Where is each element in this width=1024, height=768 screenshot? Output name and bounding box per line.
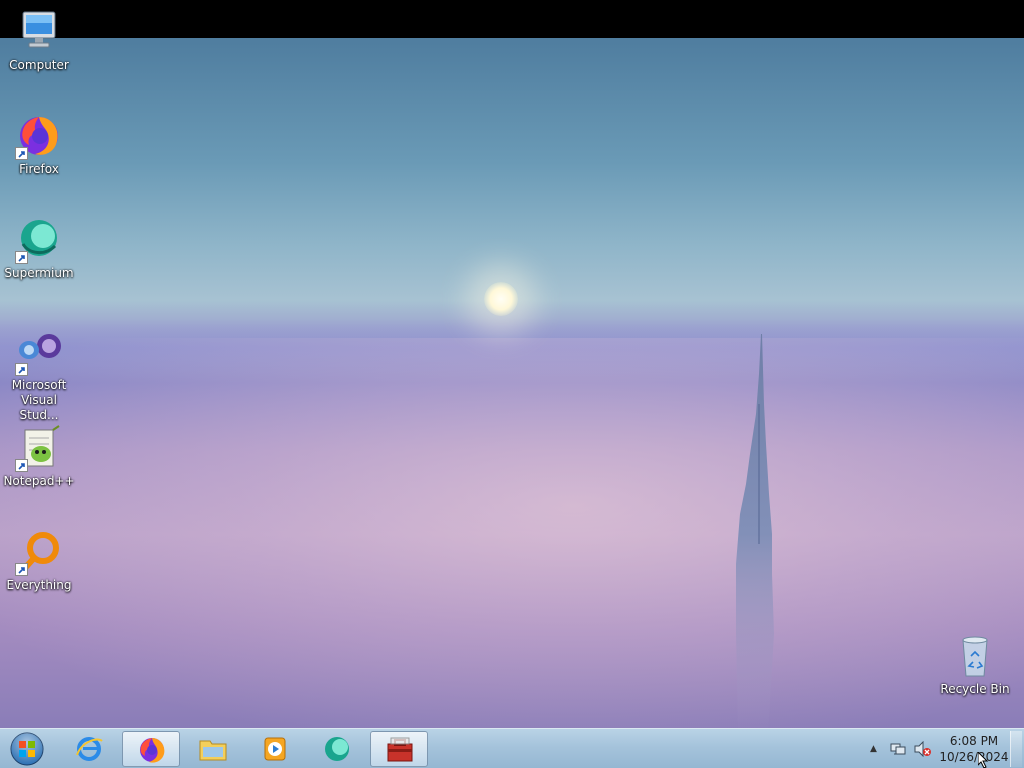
shortcut-arrow-icon <box>15 363 28 376</box>
taskbar-firefox[interactable] <box>122 731 180 767</box>
folder-icon <box>199 740 227 761</box>
desktop-icon-computer[interactable]: Computer <box>1 8 77 73</box>
mouse-cursor-icon <box>978 752 989 768</box>
show-hidden-icons-button[interactable]: ▲ <box>870 744 880 754</box>
volume-muted-icon[interactable] <box>914 741 932 757</box>
notepadpp-icon <box>15 424 63 472</box>
desktop-icon-label: Notepad++ <box>3 474 75 488</box>
firefox-icon <box>140 738 165 763</box>
show-desktop-button[interactable] <box>1010 731 1022 767</box>
desktop-screen: Computer Firefox Supermium Microsoft Vis… <box>0 0 1024 768</box>
desktop-icon-label: Computer <box>9 58 69 72</box>
everything-icon <box>15 528 63 576</box>
recycle-bin-icon <box>951 632 999 680</box>
shortcut-arrow-icon <box>15 563 28 576</box>
taskbar-media-player[interactable] <box>246 731 304 767</box>
shortcut-arrow-icon <box>15 147 28 160</box>
desktop-icon-recycle-bin[interactable]: Recycle Bin <box>937 632 1013 697</box>
desktop-icon-label: Firefox <box>19 162 59 176</box>
supermium-icon <box>325 737 349 761</box>
desktop-icon-everything[interactable]: Everything <box>1 528 77 593</box>
desktop-icon-label: Recycle Bin <box>940 682 1010 696</box>
network-icon[interactable] <box>890 741 906 757</box>
shortcut-arrow-icon <box>15 459 28 472</box>
visual-studio-icon <box>15 328 63 376</box>
internet-explorer-icon <box>76 737 103 761</box>
windows-start-icon <box>10 732 44 766</box>
computer-icon <box>15 8 63 56</box>
sun <box>484 282 518 316</box>
clock-date: 10/26/2024 <box>939 750 1009 764</box>
desktop-icon-firefox[interactable]: Firefox <box>1 112 77 177</box>
desktop-icon-notepadpp[interactable]: Notepad++ <box>1 424 77 489</box>
supermium-icon <box>15 216 63 264</box>
taskbar-supermium[interactable] <box>308 731 366 767</box>
skyscraper-silhouette <box>736 334 774 728</box>
taskbar-windows-explorer[interactable] <box>184 731 242 767</box>
desktop-icon-label: Everything <box>6 578 72 592</box>
firefox-icon <box>15 112 63 160</box>
clock-time: 6:08 PM <box>949 734 999 748</box>
taskbar-toolbox[interactable] <box>370 731 428 767</box>
desktop-icon-visual-studio[interactable]: Microsoft Visual Stud... <box>1 328 77 423</box>
taskbar-internet-explorer[interactable] <box>60 731 118 767</box>
taskbar: ▲ 6:08 PM 10/26/2024 <box>0 728 1024 768</box>
toolbox-icon <box>387 737 413 762</box>
desktop-wallpaper <box>0 38 1024 728</box>
cloud-haze <box>0 338 1024 728</box>
taskbar-clock[interactable]: 6:08 PM 10/26/2024 <box>938 733 1010 765</box>
shortcut-arrow-icon <box>15 251 28 264</box>
desktop-icon-label: Supermium <box>4 266 74 280</box>
media-player-icon <box>264 737 286 761</box>
start-button[interactable] <box>6 731 48 767</box>
desktop-icon-label: Microsoft Visual Stud... <box>11 378 67 422</box>
black-top-bar <box>0 0 1024 38</box>
desktop-icon-supermium[interactable]: Supermium <box>1 216 77 281</box>
